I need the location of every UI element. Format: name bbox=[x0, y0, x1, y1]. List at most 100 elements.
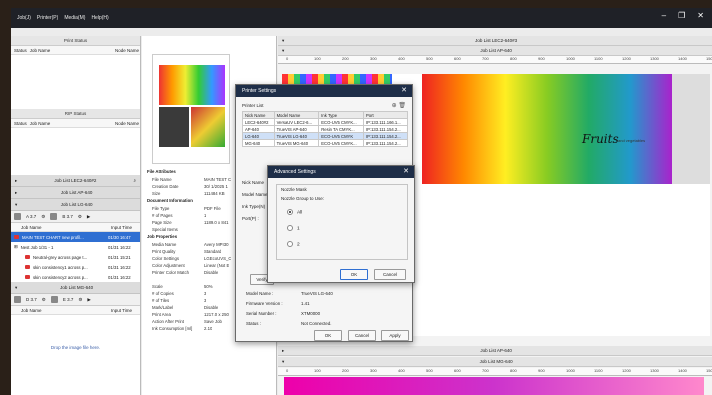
play-icon[interactable]: ▶ bbox=[87, 297, 90, 303]
dialog-title: Advanced Settings ✕ bbox=[268, 166, 414, 178]
ruler-tick: 700 bbox=[482, 368, 489, 373]
col-status[interactable]: Status bbox=[11, 119, 27, 127]
info-key: Creation Date bbox=[152, 184, 179, 189]
close-icon[interactable]: ✕ bbox=[403, 166, 409, 178]
job-row[interactable]: MAIN TEST CHART new profil... 01/30 16:4… bbox=[11, 232, 140, 242]
job-list-lower-2[interactable]: ▾ Job List MG-640 bbox=[278, 357, 712, 367]
job-name: MAIN TEST CHART new profil... bbox=[22, 234, 84, 240]
col-job-name[interactable]: Job Name bbox=[27, 46, 112, 54]
job-list-ap[interactable]: ▸ Job List AP-640 bbox=[11, 187, 140, 199]
printer-row[interactable]: LG-640 TrueVIS LG-640 ECO-UV5 CMYK IP:133.1… bbox=[242, 132, 409, 140]
gear-icon[interactable]: ⚙ bbox=[42, 297, 46, 303]
col-input-time[interactable]: Input Time bbox=[108, 223, 140, 231]
printer-row[interactable]: MG-640 TrueVIS MG-640 ECO-UV5 CMYK... IP:13… bbox=[242, 139, 409, 147]
job-list-lg[interactable]: ▾ Job List LG-640 bbox=[11, 199, 140, 211]
gear-icon[interactable]: ⚙ bbox=[78, 297, 82, 303]
job-name: skin consistency2 across p... bbox=[33, 274, 88, 280]
job-row[interactable]: ⊞ Nest Job 1/31 - 1 01/31 16:22 bbox=[11, 242, 140, 252]
advanced-settings-dialog: Advanced Settings ✕ Nozzle Mask Nozzle G… bbox=[267, 165, 415, 283]
add-icon[interactable]: ⊕ bbox=[392, 103, 397, 109]
gear-icon[interactable]: ⚙ bbox=[41, 214, 45, 220]
radio-icon[interactable] bbox=[287, 241, 293, 247]
ruler-tick: 400 bbox=[398, 56, 405, 61]
ruler-tick: 1100 bbox=[594, 56, 603, 61]
radio-icon[interactable] bbox=[287, 209, 293, 215]
minimize-icon[interactable]: – bbox=[662, 11, 666, 20]
ruler-tick: 1300 bbox=[650, 56, 659, 61]
col-job-name[interactable]: Job Name bbox=[27, 119, 112, 127]
col-port[interactable]: Port bbox=[362, 111, 409, 119]
info-value: LGEcoUVS_C bbox=[204, 256, 232, 261]
gear-icon[interactable]: ⚙ bbox=[78, 214, 82, 220]
close-icon[interactable]: ✕ bbox=[697, 11, 704, 20]
ruler-tick: 1100 bbox=[594, 368, 603, 373]
queue-e-icon[interactable] bbox=[50, 296, 58, 303]
job-list-mg[interactable]: ▾ Job List MG-640 bbox=[11, 282, 140, 294]
printer-row[interactable]: AP-640 TrueVIS AP-640 Resin TA CMYK... IP:1… bbox=[242, 125, 409, 133]
swatch-column bbox=[672, 74, 710, 184]
ruler-tick: 500 bbox=[426, 368, 433, 373]
printer-cell: IP:133.111.154.2... bbox=[362, 139, 409, 147]
play-icon[interactable]: ▶ bbox=[87, 214, 90, 220]
print-status-header: Status Job Name Node Name bbox=[11, 46, 140, 55]
printer-cell: AP-640 bbox=[242, 125, 275, 133]
info-value: Disable bbox=[204, 270, 219, 275]
col-job-name[interactable]: Job Name bbox=[11, 306, 108, 314]
info-value: MAIN TEST C bbox=[204, 177, 232, 182]
detail-key: Firmware Version : bbox=[246, 301, 283, 306]
detail-key: Model Name : bbox=[246, 291, 274, 296]
job-icon bbox=[25, 265, 30, 269]
col-nick-name[interactable]: Nick Name bbox=[242, 111, 275, 119]
job-row[interactable]: Neutral-grey across page t... 01/31 15:2… bbox=[11, 252, 140, 262]
job-list-active[interactable]: ▾ Job List AP-640 bbox=[278, 46, 712, 56]
ok-button[interactable]: OK bbox=[314, 330, 342, 341]
detail-value: Not Connected. bbox=[301, 321, 332, 326]
col-ink-type[interactable]: Ink Type bbox=[318, 111, 364, 119]
ruler-tick: 900 bbox=[538, 368, 545, 373]
cancel-button[interactable]: Cancel bbox=[374, 269, 406, 280]
trash-icon[interactable]: 🗑 bbox=[398, 103, 406, 109]
ruler-tick: 0 bbox=[286, 56, 289, 61]
preview-subtitle: and vegetables bbox=[618, 138, 646, 143]
ruler-tick: 600 bbox=[454, 368, 461, 373]
menu-media[interactable]: Media(M) bbox=[64, 15, 85, 21]
col-node-name[interactable]: Node Name bbox=[112, 46, 140, 54]
col-input-time[interactable]: Input Time bbox=[108, 306, 140, 314]
print-status-title: Print Status bbox=[11, 36, 140, 46]
ruler-tick: 700 bbox=[482, 56, 489, 61]
col-model-name[interactable]: Model Name bbox=[273, 111, 320, 119]
model-name-label: Model Name bbox=[242, 192, 268, 197]
queue-d-icon[interactable] bbox=[14, 296, 21, 303]
printer-row[interactable]: LEC2-640#2 VersaUV LEC2-6... ECO-UV5 CMYK.… bbox=[242, 118, 409, 126]
info-key: # of Tiles bbox=[152, 298, 170, 303]
info-value: 3 bbox=[204, 291, 207, 296]
col-status[interactable]: Status bbox=[11, 46, 27, 54]
col-job-name[interactable]: Job Name bbox=[11, 223, 108, 231]
menu-job[interactable]: Job(J) bbox=[17, 15, 31, 21]
queue-b-icon[interactable] bbox=[50, 213, 58, 220]
cancel-button[interactable]: Cancel bbox=[348, 330, 376, 341]
restore-icon[interactable]: ❐ bbox=[678, 11, 685, 20]
job-list-lower-1[interactable]: ▸ Job List AP-640 bbox=[278, 346, 712, 356]
job-row[interactable]: skin consistency1 across p... 01/31 16:2… bbox=[11, 262, 140, 272]
apply-button[interactable]: Apply bbox=[381, 330, 409, 341]
menu-printer[interactable]: Printer(P) bbox=[37, 15, 58, 21]
menu-help[interactable]: Help(H) bbox=[91, 15, 108, 21]
info-key: Action After Print bbox=[152, 319, 185, 324]
search-icon[interactable]: ⌕ bbox=[133, 178, 136, 183]
job-list-lec2[interactable]: ▸ Job List LEC2-640#2 ⌕ bbox=[11, 175, 140, 187]
radio-all[interactable]: All bbox=[287, 209, 302, 215]
job-list-collapsed[interactable]: ▾ Job List LEC2-640#3 bbox=[278, 36, 712, 46]
info-value: 30/ 1/2025 1 bbox=[204, 184, 228, 189]
serial-row: Serial Number : XTM0000 bbox=[246, 311, 320, 316]
queue-a-icon[interactable] bbox=[14, 213, 21, 220]
ruler-tick: 300 bbox=[370, 56, 377, 61]
job-row[interactable]: skin consistency2 across p... 01/31 16:2… bbox=[11, 272, 140, 282]
radio-2[interactable]: 2 bbox=[287, 241, 300, 247]
radio-icon[interactable] bbox=[287, 225, 293, 231]
drop-hint[interactable]: Drop the image file here. bbox=[11, 345, 140, 350]
radio-1[interactable]: 1 bbox=[287, 225, 300, 231]
col-node-name[interactable]: Node Name bbox=[112, 119, 140, 127]
close-icon[interactable]: ✕ bbox=[401, 85, 407, 97]
ok-button[interactable]: OK bbox=[340, 269, 368, 280]
